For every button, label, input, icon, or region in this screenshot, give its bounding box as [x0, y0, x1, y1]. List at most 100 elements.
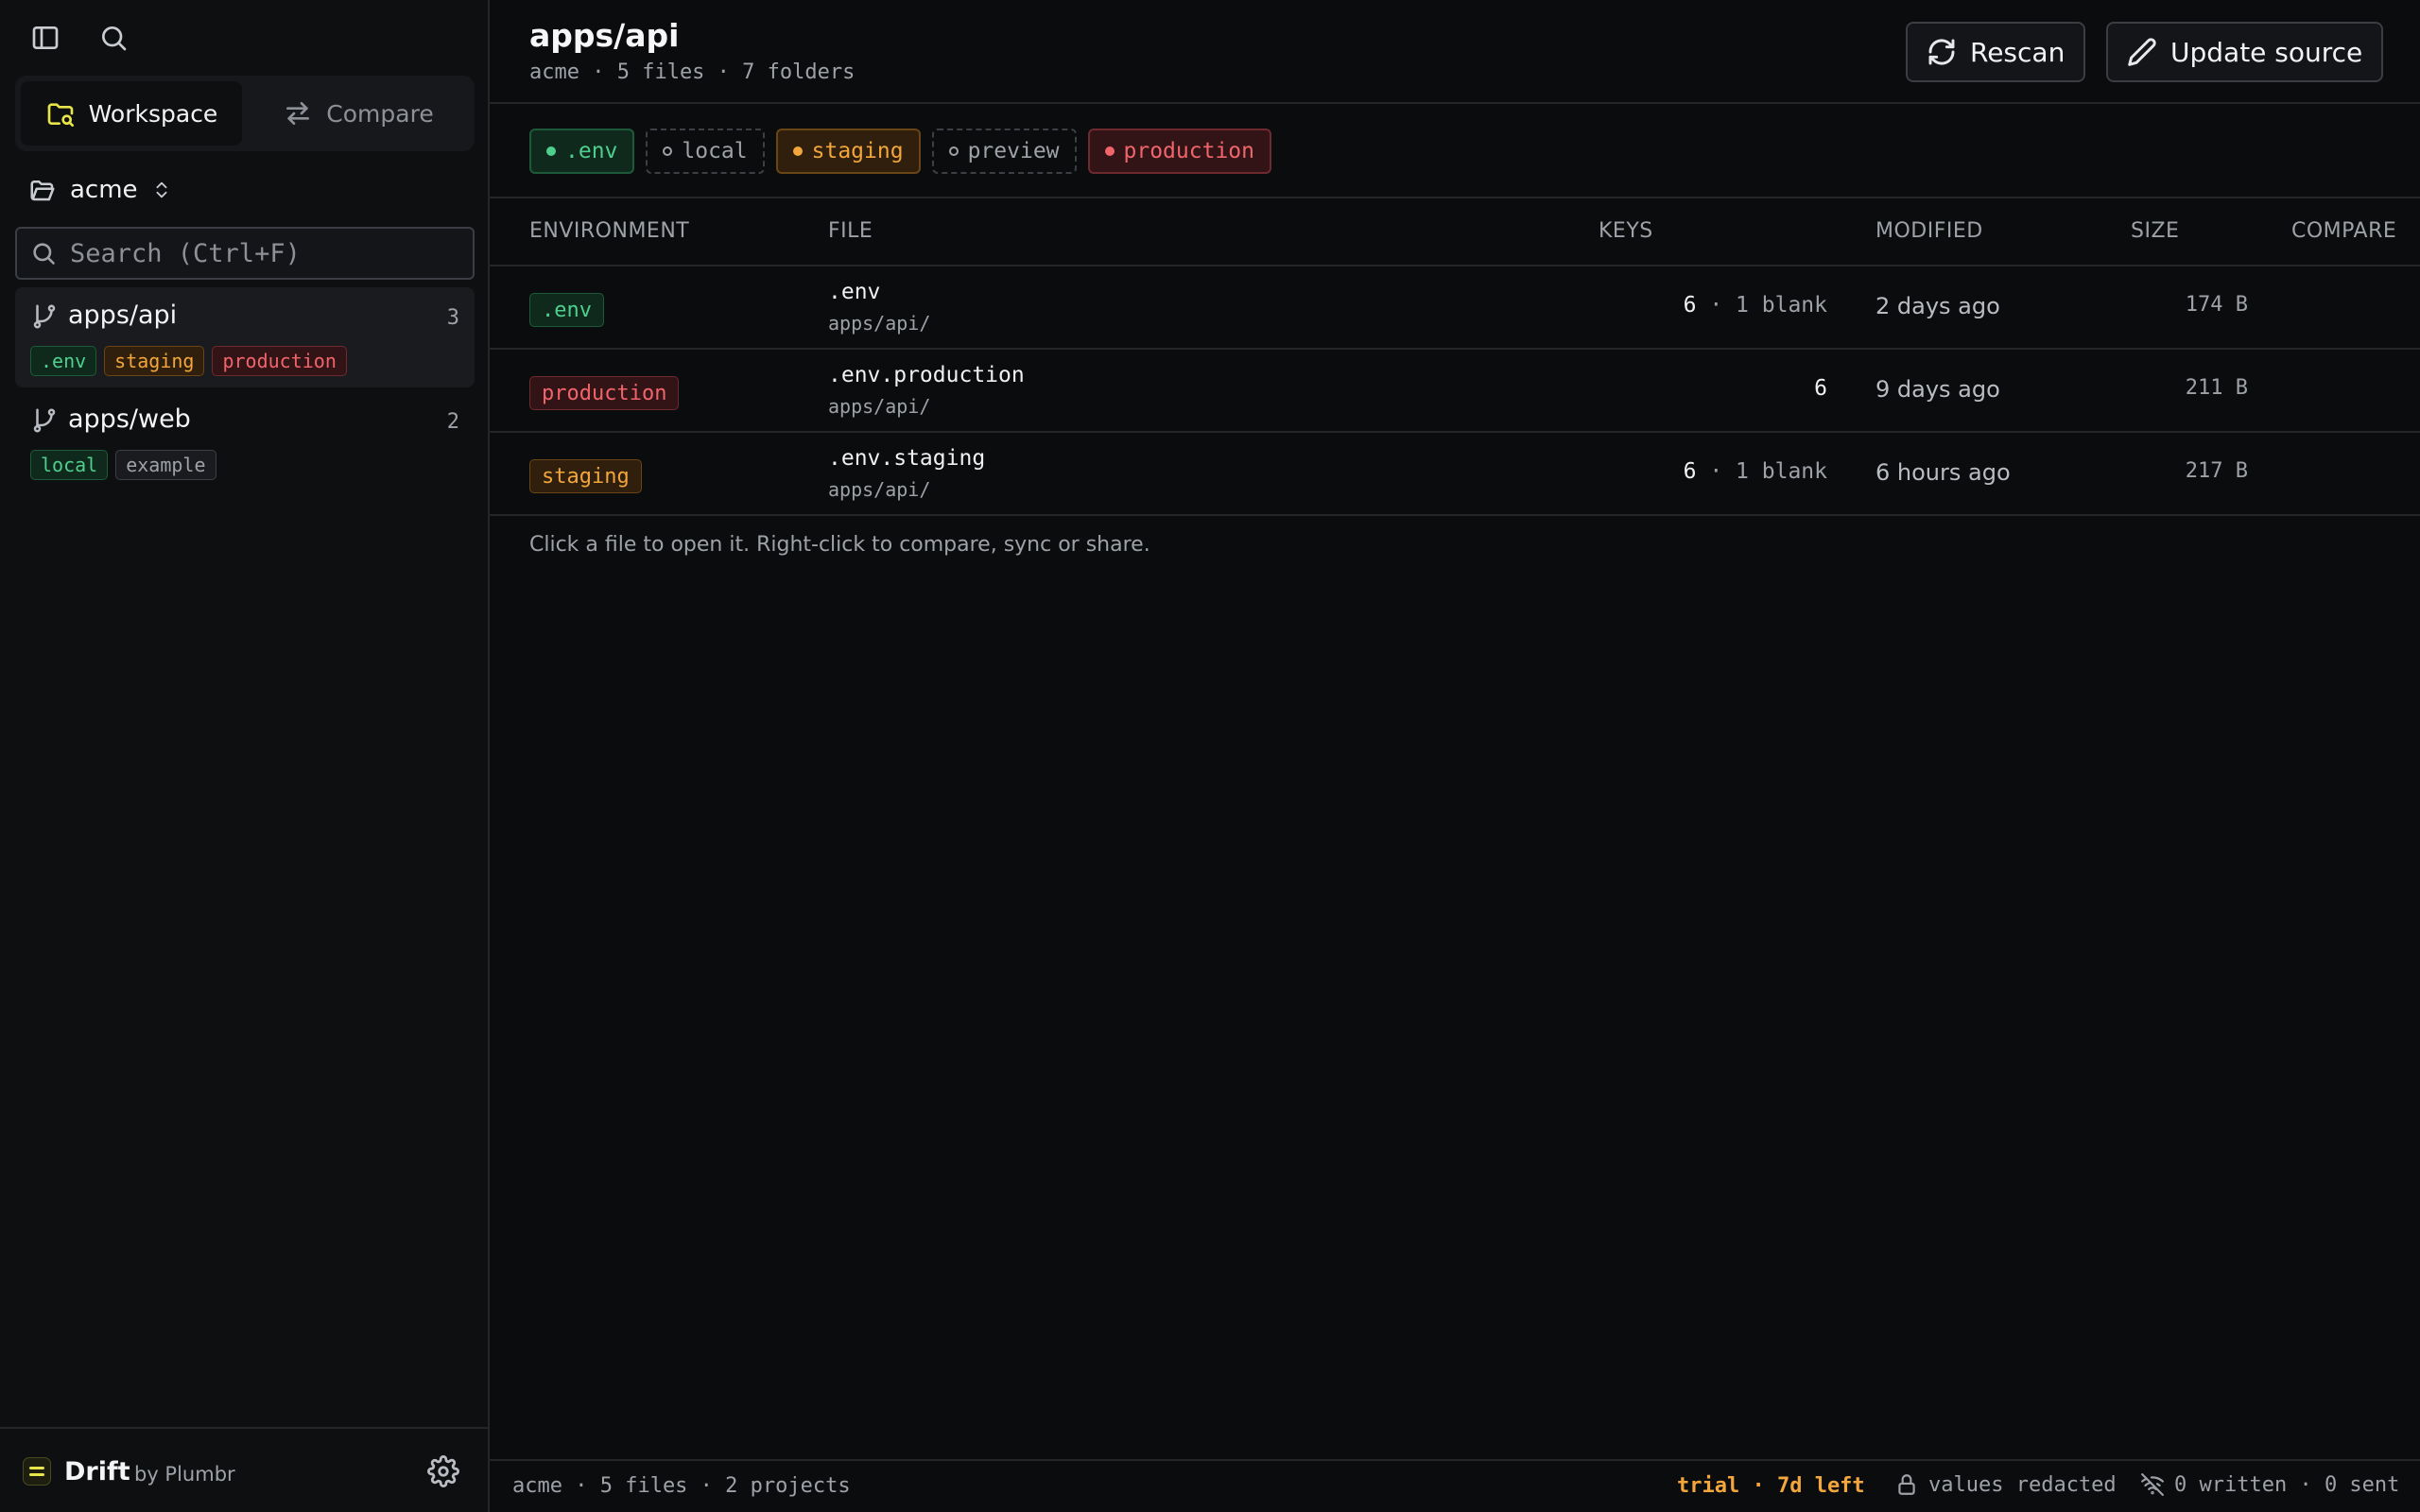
trial-badge[interactable]: trial · 7d left — [1677, 1474, 1865, 1498]
environment-filter-bar: .env local staging preview production — [490, 104, 2420, 198]
column-header-size[interactable]: SIZE — [2131, 219, 2179, 243]
folder-open-icon — [30, 180, 55, 201]
sidebar-footer: Drift by Plumbr — [0, 1427, 488, 1512]
lock-icon — [1898, 1474, 1915, 1495]
sidebar-toggle-icon[interactable] — [23, 15, 68, 60]
modified-time: 2 days ago — [1876, 293, 2000, 319]
key-count-value: 6 — [1814, 376, 1827, 401]
tab-workspace[interactable]: Workspace — [21, 81, 242, 146]
key-count-value: 6 — [1683, 293, 1697, 318]
workspace-switcher[interactable]: acme — [28, 176, 172, 204]
env-badge: staging — [529, 459, 642, 493]
sidebar: Workspace Compare acme apps/api 3 .env — [0, 0, 490, 1512]
page-header: apps/api acme · 5 files · 7 folders Resc… — [490, 0, 2420, 104]
update-source-label: Update source — [2170, 36, 2363, 68]
project-item-apps-web[interactable]: apps/web 2 local example — [15, 391, 475, 491]
view-switcher: Workspace Compare — [15, 76, 475, 151]
env-badge: production — [529, 376, 680, 410]
file-size: 217 B — [2185, 459, 2248, 483]
column-header-keys[interactable]: KEYS — [1599, 219, 1653, 243]
project-file-count: 3 — [446, 306, 459, 330]
tab-compare[interactable]: Compare — [248, 81, 469, 146]
column-header-compare: COMPARE — [2291, 219, 2397, 243]
file-size: 174 B — [2185, 293, 2248, 317]
redaction-status: values redacted — [1894, 1472, 2117, 1497]
blank-count: · 1 blank — [1696, 459, 1827, 484]
table-hint: Click a file to open it. Right-click to … — [529, 533, 1150, 557]
file-path: apps/api/ — [828, 478, 931, 501]
page-subtitle: acme · 5 files · 7 folders — [529, 60, 856, 84]
status-dot-icon — [1104, 146, 1115, 156]
rescan-button[interactable]: Rescan — [1906, 22, 2086, 82]
app-window: Workspace Compare acme apps/api 3 .env — [0, 0, 2420, 1512]
brand-byline: by Plumbr — [134, 1463, 235, 1486]
wifi-off-icon — [2141, 1473, 2164, 1496]
update-source-button[interactable]: Update source — [2106, 22, 2384, 82]
env-chip-preview[interactable]: preview — [931, 129, 1077, 174]
arrows-swap-icon — [286, 102, 310, 125]
project-name: apps/api — [68, 301, 178, 330]
network-label: 0 written · 0 sent — [2174, 1472, 2400, 1497]
env-tag: .env — [30, 346, 97, 376]
project-name: apps/web — [68, 404, 191, 434]
table-header: ENVIRONMENT FILE KEYS MODIFIED SIZE COMP… — [490, 198, 2420, 266]
tab-workspace-label: Workspace — [88, 99, 218, 128]
env-chip-staging[interactable]: staging — [775, 129, 921, 174]
table-row[interactable]: production .env.production apps/api/ 6 9… — [490, 350, 2420, 433]
blank-count: · 1 blank — [1696, 293, 1827, 318]
redaction-label: values redacted — [1928, 1472, 2117, 1497]
file-path: apps/api/ — [828, 312, 931, 335]
settings-gear-icon[interactable] — [427, 1455, 459, 1487]
search-icon — [33, 243, 55, 265]
env-chip-label: preview — [967, 139, 1060, 163]
file-size: 211 B — [2185, 376, 2248, 400]
column-header-file[interactable]: FILE — [828, 219, 873, 243]
git-branch-icon — [30, 302, 59, 331]
page-title: apps/api — [529, 17, 680, 54]
workspace-name: acme — [70, 176, 138, 204]
key-count: 6 · 1 blank — [1684, 459, 1827, 484]
env-tag: local — [30, 450, 109, 480]
column-header-modified[interactable]: MODIFIED — [1876, 219, 1983, 243]
project-env-tags: local example — [30, 450, 216, 480]
file-name: .env — [828, 280, 881, 304]
project-item-apps-api[interactable]: apps/api 3 .env staging production — [15, 287, 475, 387]
project-env-tags: .env staging production — [30, 346, 347, 376]
brand-name: Drift — [64, 1457, 130, 1486]
sidebar-toolbar — [0, 0, 488, 76]
search-field[interactable] — [15, 227, 475, 280]
table-row[interactable]: staging .env.staging apps/api/ 6 · 1 bla… — [490, 433, 2420, 516]
tab-compare-label: Compare — [326, 99, 434, 128]
env-chip-label: staging — [811, 139, 904, 163]
env-chip-label: .env — [565, 139, 618, 163]
env-chip-local[interactable]: local — [646, 129, 765, 174]
modified-time: 9 days ago — [1876, 376, 2000, 403]
git-branch-icon — [30, 406, 59, 435]
column-header-environment[interactable]: ENVIRONMENT — [529, 219, 689, 243]
status-dot-icon — [546, 146, 556, 156]
env-chip-label: production — [1123, 139, 1254, 163]
status-ring-icon — [663, 146, 673, 156]
env-tag: staging — [104, 346, 205, 376]
env-tag: example — [115, 450, 216, 480]
status-ring-icon — [948, 146, 959, 156]
project-file-count: 2 — [446, 410, 459, 434]
env-chip-label: local — [682, 139, 748, 163]
network-status: 0 written · 0 sent — [2140, 1472, 2399, 1497]
search-input[interactable] — [70, 238, 467, 268]
file-path: apps/api/ — [828, 395, 931, 418]
rescan-label: Rescan — [1970, 36, 2066, 68]
env-chip-production[interactable]: production — [1087, 129, 1271, 174]
key-count: 6 · 1 blank — [1684, 293, 1827, 318]
status-summary: acme · 5 files · 2 projects — [512, 1474, 851, 1498]
search-icon[interactable] — [91, 15, 136, 60]
status-bar: acme · 5 files · 2 projects trial · 7d l… — [490, 1459, 2420, 1512]
key-count-value: 6 — [1683, 459, 1697, 484]
chevron-updown-icon — [156, 181, 167, 198]
pencil-icon — [2128, 38, 2156, 66]
key-count: 6 — [1814, 376, 1827, 401]
env-chip-env[interactable]: .env — [529, 129, 635, 174]
env-tag: production — [212, 346, 347, 376]
table-row[interactable]: .env .env apps/api/ 6 · 1 blank 2 days a… — [490, 266, 2420, 350]
status-dot-icon — [792, 146, 803, 156]
